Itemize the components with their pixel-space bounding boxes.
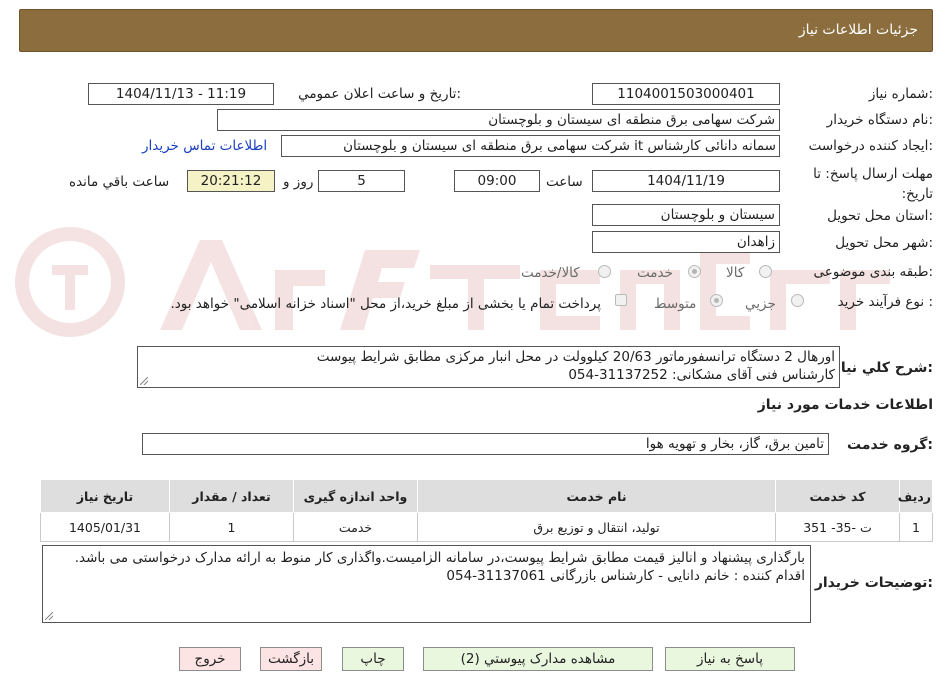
cell-service-name: تولید، انتقال و توزیع برق: [417, 512, 776, 542]
cell-service-code: ت -35- 351: [775, 512, 900, 542]
need-number-field: 1104001503000401: [592, 83, 780, 105]
buyer-notes-line-2: اقدام کننده : خانم دانایی - کارشناس بازر…: [446, 568, 805, 584]
view-attachments-button[interactable]: مشاهده مدارک پيوستي (2): [423, 647, 653, 671]
cell-need-date: 1405/01/31: [40, 512, 170, 542]
col-header-service-code: کد خدمت: [775, 479, 900, 513]
col-header-service-name: نام خدمت: [417, 479, 776, 513]
process-radio-medium[interactable]: [710, 294, 723, 307]
need-number-label: شماره نياز:: [868, 86, 933, 102]
cell-quantity: 1: [169, 512, 294, 542]
province-label: استان محل تحويل:: [827, 208, 933, 224]
col-header-row-number: رديف: [898, 479, 933, 513]
services-section-title: اطلاعات خدمات مورد نياز: [757, 397, 933, 413]
process-option-medium: متوسط: [654, 296, 697, 312]
col-header-unit: واحد اندازه گيری: [293, 479, 418, 513]
category-radio-goods[interactable]: [759, 265, 772, 278]
description-line-2: کارشناس فنی آقای مشکانی: 31137252-054: [568, 367, 835, 383]
process-radio-minor[interactable]: [791, 294, 804, 307]
remaining-time-label: ساعت باقي مانده: [69, 174, 170, 190]
page-title: جزئيات اطلاعات نياز: [798, 22, 918, 38]
category-option-goods-service: کالا/خدمت: [521, 265, 580, 281]
description-textarea[interactable]: اورهال 2 دستگاه ترانسفورماتور 20/63 کیلو…: [137, 346, 840, 388]
reply-button[interactable]: پاسخ به نياز: [665, 647, 795, 671]
back-button[interactable]: بازگشت: [260, 647, 322, 671]
deadline-time-label: ساعت: [546, 174, 583, 190]
remaining-time-field: 20:21:12: [187, 170, 275, 192]
city-label: شهر محل تحويل:: [835, 235, 933, 251]
category-radio-goods-service[interactable]: [598, 265, 611, 278]
city-field: زاهدان: [592, 231, 780, 253]
resize-grip-icon[interactable]: [45, 612, 53, 620]
deadline-days-field: 5: [318, 170, 405, 192]
province-field: سیستان و بلوچستان: [592, 204, 780, 226]
announce-datetime-field: 1404/11/13 - 11:19: [88, 83, 274, 105]
cell-row-number: 1: [899, 512, 933, 542]
col-header-quantity: تعداد / مقدار: [169, 479, 294, 513]
buyer-notes-textarea[interactable]: بارگذاری پیشنهاد و انالیز قیمت مطابق شرا…: [42, 545, 811, 623]
buyer-notes-line-1: بارگذاری پیشنهاد و انالیز قیمت مطابق شرا…: [74, 550, 805, 566]
description-label: شرح کلي نياز:: [832, 360, 933, 376]
buyer-org-label: نام دستگاه خريدار:: [826, 112, 933, 128]
exit-button[interactable]: خروج: [179, 647, 241, 671]
deadline-time-field: 09:00: [454, 170, 540, 192]
print-button[interactable]: چاپ: [342, 647, 404, 671]
announce-datetime-label: تاريخ و ساعت اعلان عمومي:: [298, 86, 461, 102]
process-option-minor: جزيي: [745, 296, 776, 312]
table-header-row: رديف کد خدمت نام خدمت واحد اندازه گيری ت…: [40, 479, 933, 513]
cell-unit: خدمت: [293, 512, 418, 542]
buyer-notes-label: توضيحات خريدار:: [814, 575, 933, 591]
deadline-label: مهلت ارسال پاسخ: تا تاريخ:: [813, 166, 933, 202]
category-option-service: خدمت: [637, 265, 673, 281]
requester-field: سمانه دانائی کارشناس it شرکت سهامی برق م…: [281, 135, 780, 157]
treasury-checkbox[interactable]: [615, 294, 627, 306]
service-group-label: گروه خدمت:: [847, 437, 933, 453]
table-row: 1 ت -35- 351 تولید، انتقال و توزیع برق خ…: [40, 512, 933, 542]
deadline-days-label: روز و: [283, 174, 314, 190]
services-table: رديف کد خدمت نام خدمت واحد اندازه گيری ت…: [40, 479, 933, 542]
buyer-org-field: شرکت سهامی برق منطقه ای سیستان و بلوچستا…: [217, 109, 780, 131]
header-bar: جزئيات اطلاعات نياز: [19, 9, 933, 52]
deadline-date-field: 1404/11/19: [592, 170, 780, 192]
buyer-contact-link[interactable]: اطلاعات تماس خريدار: [142, 138, 267, 154]
service-group-field: تامین برق، گاز، بخار و تهویه هوا: [142, 433, 829, 455]
category-radio-service[interactable]: [688, 265, 701, 278]
description-line-1: اورهال 2 دستگاه ترانسفورماتور 20/63 کیلو…: [316, 349, 835, 365]
col-header-need-date: تاريخ نياز: [40, 479, 170, 513]
category-option-goods: کالا: [726, 265, 745, 281]
category-label: طبقه بندی موضوعی:: [813, 264, 933, 280]
process-type-label: نوع فرآيند خريد :: [837, 294, 933, 310]
resize-grip-icon[interactable]: [140, 377, 148, 385]
requester-label: ايجاد کننده درخواست:: [808, 138, 933, 154]
treasury-note: پرداخت تمام يا بخشی از مبلغ خريد،از محل …: [170, 296, 601, 312]
